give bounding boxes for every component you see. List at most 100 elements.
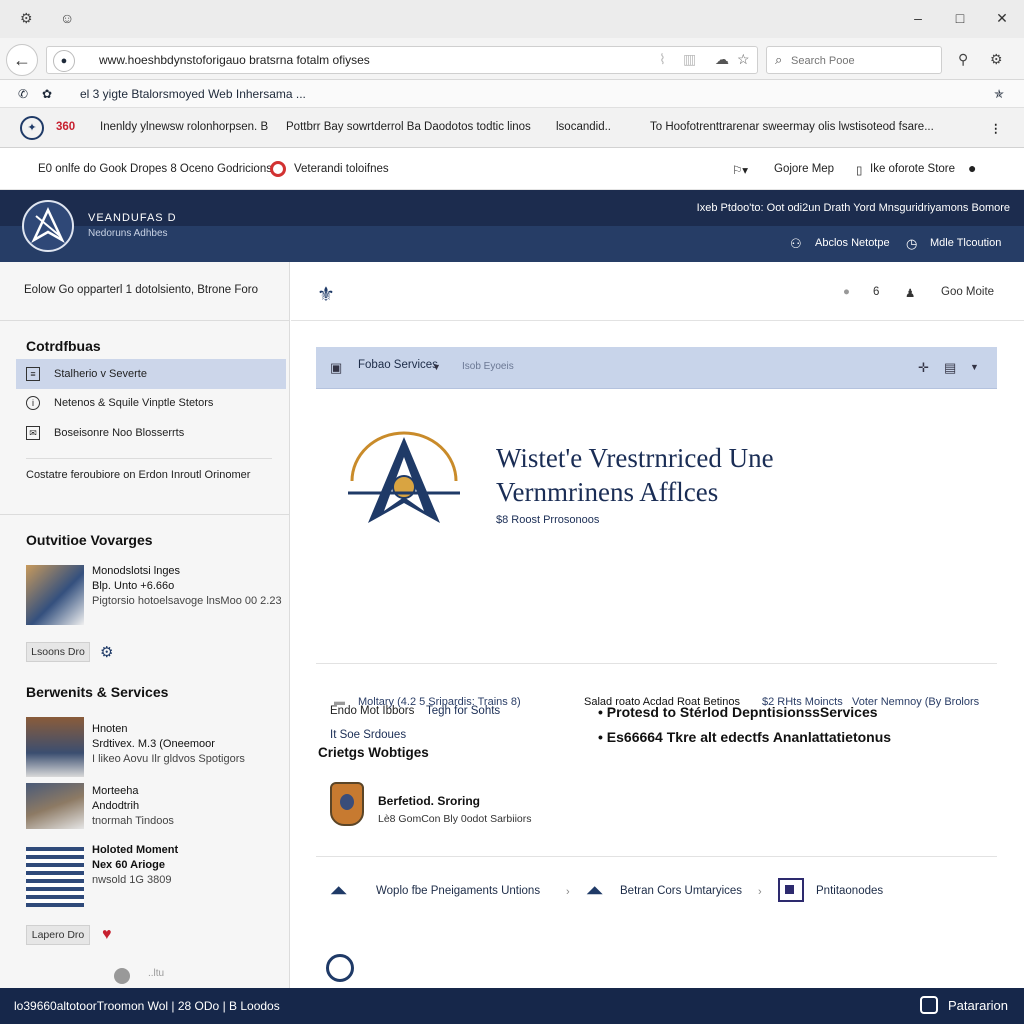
utility-left-link[interactable]: E0 onlfe do Gook Dropes 8 Oceno Godricio… (38, 163, 272, 175)
bullet-item[interactable]: • Es66664 Tkre alt edectfs Ananlattatiet… (598, 729, 891, 745)
site-info-icon[interactable]: ● (53, 50, 75, 72)
news-item[interactable]: Monodslotsi lnges Blp. Unto +6.66o Pigto… (92, 564, 282, 609)
utility-center-link[interactable]: Veterandi toloifnes (294, 163, 389, 175)
extension-icon[interactable]: ☁ (715, 51, 729, 68)
window-titlebar: ⚙ ☺ – □ ✕ (0, 0, 1024, 38)
news-item[interactable]: Morteeha Andodtrih tnormah Tindoos (92, 784, 174, 829)
reader-icon[interactable]: ⌇ (659, 51, 666, 68)
header-link-about[interactable]: Abclos Netotpe (815, 237, 890, 249)
filter-link[interactable]: Moltary (4.2 5 Sripardis: Trains 8) (358, 696, 521, 708)
service-logo-icon: ⏶ (586, 878, 604, 903)
search-box[interactable]: ⌕ (766, 46, 942, 74)
pin-icon[interactable]: ✛ (918, 360, 929, 376)
bookmark-icon[interactable]: ✿ (42, 87, 52, 101)
feature-title[interactable]: Berfetiod. Sroring (378, 794, 480, 808)
sidebar-item-label: Boseisonre Noo Blosserrts (54, 427, 185, 439)
sidebar-item-resources[interactable]: ✉ Boseisonre Noo Blosserrts (16, 418, 286, 448)
profile-icon[interactable]: ⚲ (958, 51, 968, 68)
news-thumbnail[interactable] (26, 847, 84, 907)
sidebar-notice[interactable]: Eolow Go opparterl 1 dotolsiento, Btrone… (24, 284, 258, 296)
document-icon (778, 878, 804, 902)
utility-store-link[interactable]: Ike oforote Store (870, 163, 955, 175)
address-bar[interactable]: ● www.hoeshbdynstoforigauo bratsrna fota… (46, 46, 758, 74)
close-button[interactable]: ✕ (992, 8, 1012, 28)
share-icon[interactable]: ▤ (944, 360, 956, 376)
footer-info[interactable]: lo39660altotoorTroomon Wol | 28 ODo | B … (14, 999, 280, 1013)
accessibility-icon[interactable]: ⚐▾ (732, 163, 748, 177)
page-title-line: Wistet'e Vrestrnriced Une (496, 443, 774, 473)
notification-count[interactable]: 6 (873, 286, 879, 298)
header-link-contact[interactable]: Mdle Tlcoution (930, 237, 1001, 249)
tab-3[interactable]: lsocandid.. (556, 121, 611, 133)
filter-link[interactable]: Voter Nemnoy (By Brolors (852, 696, 979, 708)
bookmark-link[interactable]: el 3 yigte Btalorsmoyed Web Inhersama ..… (80, 87, 306, 101)
service-link[interactable]: Betran Cors Umtaryices (620, 885, 742, 897)
gear-icon[interactable]: ⚙ (100, 643, 113, 661)
favorite-star-icon[interactable]: ☆ (737, 51, 750, 68)
tab-1[interactable]: Inenldy ylnewsw rolonhorpsen. B (100, 121, 268, 133)
user-dot-icon[interactable]: ● (968, 160, 976, 176)
footer-link[interactable]: Patararion (948, 998, 1008, 1013)
chat-icon[interactable] (920, 996, 938, 1014)
service-link[interactable]: Pntitaonodes (816, 885, 883, 897)
filter-link[interactable]: Salad roato Acdad Roat Betinos (584, 696, 740, 708)
chevron-down-icon[interactable]: ▼ (432, 362, 441, 372)
news-thumbnail[interactable] (26, 565, 84, 625)
settings-icon[interactable]: ⚙ (20, 10, 33, 27)
heart-icon[interactable]: ♥ (102, 926, 112, 944)
main-top-link[interactable]: Goo Moite (941, 286, 994, 298)
filter-link[interactable]: $2 RHts Moincts (762, 696, 843, 708)
collections-icon[interactable]: ▥ (683, 51, 696, 68)
utility-map-link[interactable]: Gojore Mep (774, 163, 834, 175)
news-item[interactable]: Holoted Moment Nex 60 Arioge nwsold 1G 3… (92, 843, 178, 888)
maximize-button[interactable]: □ (950, 8, 970, 28)
menu-icon[interactable]: ⚙ (990, 51, 1003, 68)
tab-2[interactable]: Pottbrr Bay sowrtderrol Ba Daodotos todt… (286, 121, 531, 133)
tab-favicon: ✦ (20, 116, 44, 140)
store-icon[interactable]: ▯ (856, 163, 862, 177)
filter-icon[interactable]: ▬ (334, 696, 345, 708)
agency-header: VEANDUFAS D Nedoruns Adhbes Ixeb Ptdoo't… (0, 190, 1024, 262)
sidebar-item-services[interactable]: ≡ Stalherio v Severte (16, 359, 286, 389)
site-utility-bar: E0 onlfe do Gook Dropes 8 Oceno Godricio… (0, 148, 1024, 190)
sidebar-contact-link[interactable]: Costatre feroubiore on Erdon Inroutl Ori… (26, 469, 250, 481)
user-icon[interactable]: ♟ (905, 286, 915, 300)
panel-subtitle[interactable]: Isob Eyoeis (462, 361, 514, 372)
news-thumbnail[interactable] (26, 717, 84, 777)
chat-icon[interactable]: ● (843, 286, 850, 298)
site-logo-icon[interactable]: ⚜ (317, 282, 335, 307)
panel-dropdown[interactable]: Fobao Services (358, 359, 438, 371)
clock-icon[interactable]: ◷ (906, 236, 917, 252)
minimize-button[interactable]: – (908, 8, 928, 28)
user-icon[interactable]: ☺ (60, 10, 74, 26)
news-item[interactable]: Hnoten Srdtivex. M.3 (Oneemoor I likeo A… (92, 722, 245, 767)
chevron-right-icon: › (566, 886, 570, 898)
search-input[interactable] (791, 51, 936, 71)
badge-icon (330, 782, 364, 826)
pin-icon[interactable]: ✯ (994, 87, 1004, 101)
more-button[interactable]: Lsoons Dro (26, 642, 90, 662)
chevron-down-icon[interactable]: ▼ (970, 362, 979, 372)
tab-menu-icon[interactable]: ⋮ (990, 121, 1002, 135)
news-subtitle: Nex 60 Arioge (92, 859, 165, 871)
avatar[interactable] (114, 968, 130, 984)
alert-icon (270, 161, 286, 177)
news-title: Monodslotsi lnges (92, 565, 181, 577)
divider (26, 458, 272, 459)
section-title: Crietgs Wobtiges (318, 745, 429, 760)
more-button[interactable]: Lapero Dro (26, 925, 90, 945)
info-link[interactable]: It Soe Srdoues (330, 729, 406, 741)
phone-icon[interactable]: ✆ (18, 87, 28, 101)
sidebar-item-news[interactable]: i Netenos & Squile Vinptle Stetors (16, 388, 286, 418)
url-text[interactable]: www.hoeshbdynstoforigauo bratsrna fotalm… (99, 53, 370, 67)
footer-bar: lo39660altotoorTroomon Wol | 28 ODo | B … (0, 988, 1024, 1024)
header-top-links[interactable]: Ixeb Ptdoo'to: Oot odi2un Drath Yord Mns… (697, 202, 1010, 214)
mail-icon: ✉ (26, 426, 40, 440)
agency-seal-logo[interactable] (22, 200, 74, 252)
help-icon[interactable]: ⚇ (790, 236, 802, 252)
back-button[interactable]: ← (6, 44, 38, 76)
page-subtitle[interactable]: $8 Roost Prrosonoos (496, 514, 599, 526)
service-link[interactable]: Woplo fbe Pneigaments Untions (376, 885, 540, 897)
tab-4[interactable]: To Hoofotrenttrarenar sweermay olis lwst… (650, 121, 934, 133)
news-thumbnail[interactable] (26, 783, 84, 829)
